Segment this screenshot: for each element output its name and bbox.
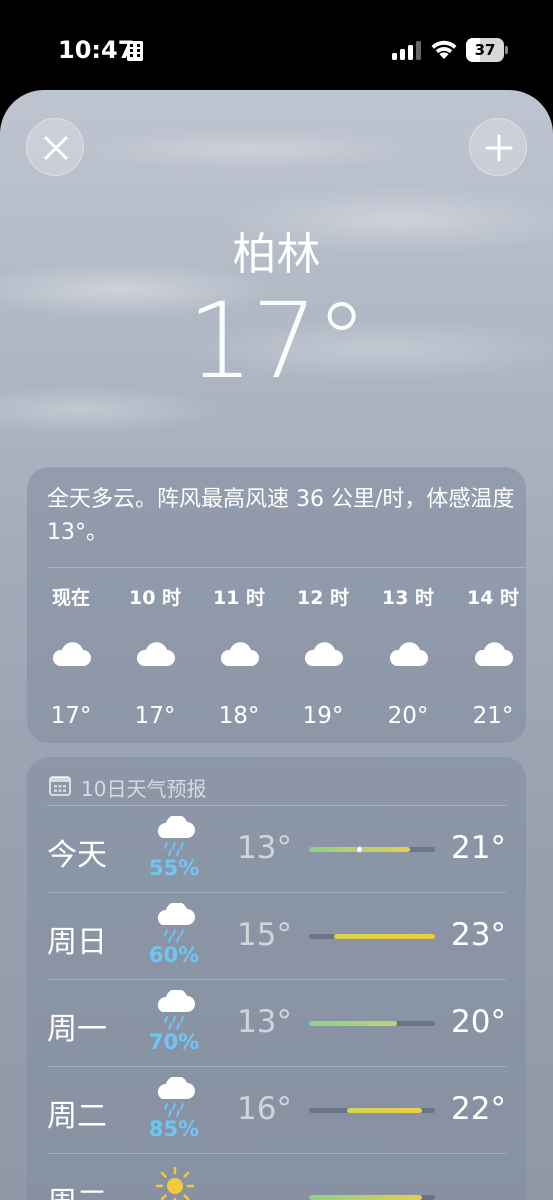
cloud-icon [220, 642, 259, 666]
hour-label: 14 时 [466, 587, 520, 609]
hourly-forecast-card[interactable]: 全天多云。阵风最高风速 36 公里/时，体感温度 13°。 现在 17° 10 … [27, 467, 526, 743]
temp-range-fill [309, 1195, 423, 1200]
plus-icon [485, 134, 513, 162]
hour-label: 11 时 [212, 587, 266, 609]
sun-icon [155, 1166, 195, 1200]
hour-label: 10 时 [128, 587, 182, 609]
hour-label: 12 时 [296, 587, 350, 609]
day-name: 周一 [47, 1012, 107, 1047]
rain-cloud-icon [157, 990, 195, 1030]
rain-cloud-icon [157, 1077, 195, 1117]
high-temp: 23° [451, 917, 506, 953]
rain-cloud-icon [157, 816, 195, 856]
day-name: 周三 [47, 1178, 107, 1200]
day-name: 周日 [47, 925, 107, 960]
day-name: 周二 [47, 1099, 107, 1134]
hour-item: 现在 17° [36, 467, 106, 743]
high-temp: 22° [451, 1091, 506, 1127]
hour-label: 13 时 [381, 587, 435, 609]
cloud-icon [474, 642, 513, 666]
day-row[interactable]: 今天 55% 13° 21° [47, 805, 506, 892]
low-temp: 13° [237, 830, 292, 866]
hour-item: 14 时 21° [458, 467, 526, 743]
weather-summary: 全天多云。阵风最高风速 36 公里/时，体感温度 13°。 [47, 487, 515, 545]
low-temp: 16° [237, 1091, 292, 1127]
cloud-icon [304, 642, 343, 666]
divider [47, 567, 526, 568]
battery-percentage: 37 [474, 41, 496, 59]
temp-range-fill [309, 1021, 398, 1026]
day-row[interactable]: 周日 60% 15° 23° [47, 892, 506, 979]
temp-range-bar [309, 1108, 435, 1113]
close-icon [44, 136, 68, 160]
battery-tip [505, 46, 508, 54]
hour-item: 12 时 19° [288, 467, 358, 743]
ten-day-forecast-card[interactable]: 10日天气预报 今天 55% 13° 21° 周日 60% 15° 23° 周一… [27, 757, 526, 1200]
cloud-icon [136, 642, 175, 666]
battery-icon: 37 [466, 38, 508, 62]
hour-temp: 17° [134, 703, 176, 729]
signal-icon [392, 41, 421, 60]
cloud-icon [389, 642, 428, 666]
precipitation-chance: 85% [148, 1117, 200, 1141]
city-name: 柏林 [232, 229, 321, 280]
status-bar: 10:47 37 [0, 0, 553, 90]
temp-range-bar [309, 1021, 435, 1026]
hour-item: 13 时 20° [373, 467, 443, 743]
precipitation-chance: 70% [148, 1030, 200, 1054]
low-temp: 13° [237, 1004, 292, 1040]
hour-label: 现在 [51, 587, 90, 609]
day-row[interactable]: 周一 70% 13° 20° [47, 979, 506, 1066]
current-temp-dot [355, 846, 363, 853]
low-temp: 15° [237, 917, 292, 953]
rain-cloud-icon [157, 903, 195, 943]
close-button[interactable] [26, 118, 84, 176]
current-temperature: 17° [187, 280, 367, 402]
day-name: 今天 [47, 838, 107, 873]
status-time: 10:47 [58, 36, 135, 64]
hour-temp: 20° [387, 703, 429, 729]
wifi-icon [431, 40, 457, 59]
temp-range-fill [334, 934, 435, 939]
add-button[interactable] [469, 118, 527, 176]
temp-range-bar [309, 1195, 435, 1200]
day-row[interactable]: 周三 [47, 1153, 506, 1200]
building-icon [127, 41, 143, 61]
hour-temp: 21° [472, 703, 514, 729]
high-temp: 20° [451, 1004, 506, 1040]
day-row[interactable]: 周二 85% 16° 22° [47, 1066, 506, 1153]
hour-temp: 17° [50, 703, 92, 729]
precipitation-chance: 55% [148, 856, 200, 880]
hour-temp: 19° [302, 703, 344, 729]
weather-sheet: 柏林 17° 全天多云。阵风最高风速 36 公里/时，体感温度 13°。 现在 … [0, 90, 553, 1200]
temp-range-bar [309, 934, 435, 939]
cloud-icon [52, 642, 91, 666]
temp-range-fill [346, 1108, 423, 1113]
hour-item: 11 时 18° [204, 467, 274, 743]
hour-item: 10 时 17° [120, 467, 190, 743]
calendar-icon [49, 776, 71, 796]
precipitation-chance: 60% [148, 943, 200, 967]
high-temp: 21° [451, 830, 506, 866]
temp-range-bar [309, 846, 435, 853]
ten-day-title: 10日天气预报 [81, 777, 207, 801]
hour-temp: 18° [218, 703, 260, 729]
